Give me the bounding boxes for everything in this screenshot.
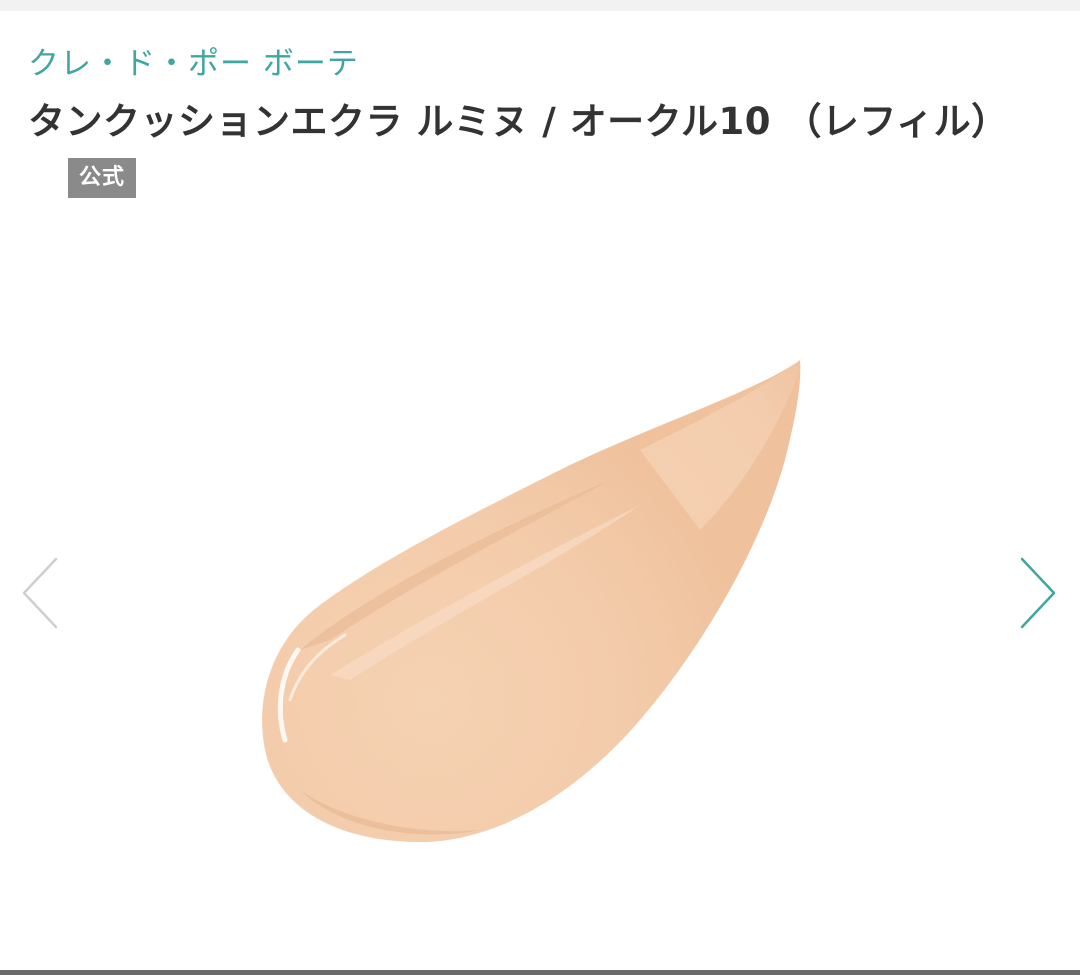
top-strip (0, 0, 1080, 11)
foundation-swatch-image (262, 355, 805, 842)
product-image-gallery[interactable] (0, 230, 1080, 970)
chevron-right-icon[interactable] (1016, 553, 1060, 633)
product-header: クレ・ド・ポー ボーテ タンクッションエクラ ルミヌ / オークル10 （レフィ… (28, 44, 1048, 206)
product-title: タンクッションエクラ ルミヌ / オークル10 （レフィル） 公式 (28, 94, 1048, 206)
official-badge: 公式 (68, 158, 137, 198)
bottom-divider (0, 970, 1080, 975)
chevron-left-icon[interactable] (18, 553, 62, 633)
product-title-text: タンクッションエクラ ルミヌ / オークル10 （レフィル） (28, 100, 1009, 143)
brand-link[interactable]: クレ・ド・ポー ボーテ (28, 44, 1048, 84)
